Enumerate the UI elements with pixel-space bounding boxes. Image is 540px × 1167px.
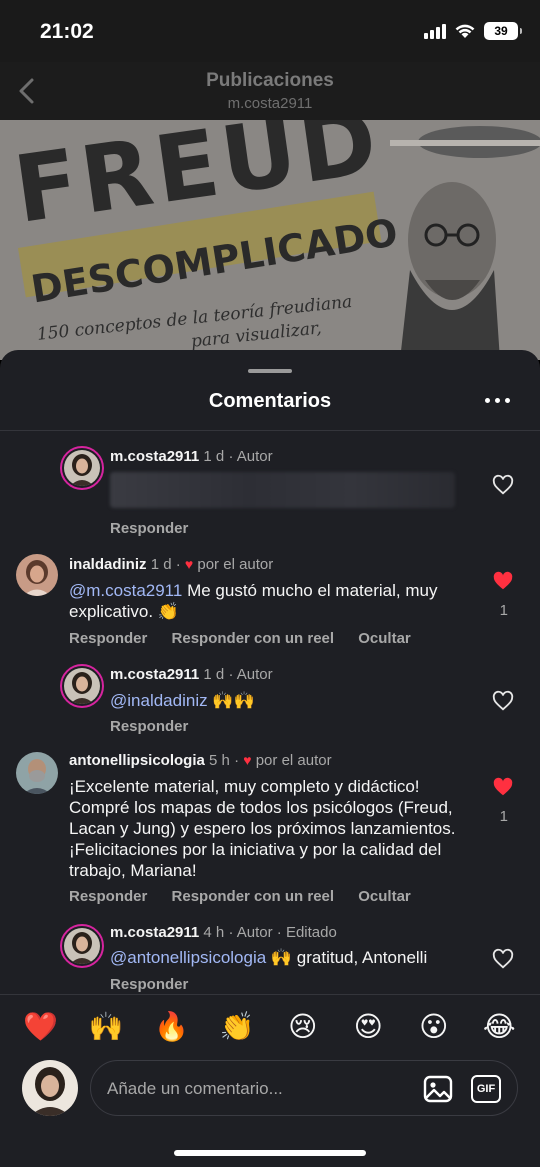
heart-filled-icon[interactable] bbox=[492, 776, 514, 798]
page-title: Publicaciones bbox=[206, 70, 334, 91]
liked-by-author-label: por el autor bbox=[197, 556, 274, 573]
comment-actions: Responder Responder con un reel Ocultar bbox=[69, 888, 431, 905]
comment-reply: m.costa2911 1 d · Autor Responder bbox=[0, 446, 540, 546]
mention-link[interactable]: @inaldadiniz bbox=[110, 691, 208, 710]
author-tag: · Autor bbox=[228, 666, 273, 683]
emoji-clap-button[interactable]: 👏 bbox=[214, 1010, 260, 1043]
reply-with-reel-button[interactable]: Responder con un reel bbox=[172, 630, 335, 647]
liked-by-author-icon: ♥ bbox=[184, 556, 194, 572]
more-options-icon[interactable] bbox=[485, 398, 510, 403]
comment: antonellipsicologia 5 h · ♥ por el autor… bbox=[0, 750, 540, 920]
heart-filled-icon[interactable] bbox=[492, 570, 514, 592]
comment-actions: Responder bbox=[110, 976, 208, 993]
comment-actions: Responder bbox=[110, 520, 208, 537]
emoji-surprised-button[interactable]: 😮 bbox=[411, 1010, 457, 1043]
comment-reply: m.costa2911 1 d · Autor @inaldadiniz 🙌🙌 … bbox=[0, 664, 540, 744]
author-tag: · Autor bbox=[228, 448, 273, 465]
author-tag: · Autor · Editado bbox=[228, 924, 337, 941]
post-image: FREUD DESCOMPLICADO 150 conceptos de la … bbox=[0, 120, 540, 360]
comment-reply: m.costa2911 4 h · Autor · Editado @anton… bbox=[0, 924, 540, 994]
comment-composer: Añade un comentario... GIF bbox=[0, 1058, 540, 1128]
like-count: 1 bbox=[499, 808, 508, 825]
image-icon[interactable] bbox=[423, 1075, 453, 1103]
avatar[interactable] bbox=[60, 664, 104, 708]
hide-button[interactable]: Ocultar bbox=[358, 630, 411, 647]
reply-with-reel-button[interactable]: Responder con un reel bbox=[172, 888, 335, 905]
wifi-icon bbox=[455, 24, 475, 38]
status-bar: 21:02 39 bbox=[0, 0, 540, 62]
emoji-quick-reactions: ❤️ 🙌 🔥 👏 😢 😍 😮 😂 bbox=[0, 994, 540, 1058]
heart-icon[interactable] bbox=[492, 474, 514, 496]
comment-actions: Responder bbox=[110, 718, 208, 735]
mention-link[interactable]: @antonellipsicologia bbox=[110, 948, 266, 967]
emoji-raised-hands-button[interactable]: 🙌 bbox=[83, 1010, 129, 1043]
comment-body: 🙌🙌 bbox=[207, 691, 255, 710]
like-count: 1 bbox=[499, 602, 508, 619]
emoji-heart-button[interactable]: ❤️ bbox=[18, 1010, 64, 1043]
comment-input-placeholder: Añade un comentario... bbox=[107, 1079, 283, 1098]
reply-button[interactable]: Responder bbox=[110, 718, 188, 735]
comment-meta: m.costa2911 1 d · Autor bbox=[110, 448, 273, 465]
reply-button[interactable]: Responder bbox=[69, 630, 147, 647]
emoji-fire-button[interactable]: 🔥 bbox=[149, 1010, 195, 1043]
reply-button[interactable]: Responder bbox=[110, 520, 188, 537]
home-indicator bbox=[174, 1150, 366, 1156]
avatar[interactable] bbox=[16, 554, 58, 596]
avatar[interactable] bbox=[16, 752, 58, 794]
divider bbox=[0, 430, 540, 431]
sheet-title: Comentarios bbox=[208, 390, 332, 412]
comment-time: 1 d bbox=[150, 556, 172, 573]
comment-time: 1 d bbox=[203, 666, 225, 683]
comment-text: @antonellipsicologia 🙌 gratitud, Antonel… bbox=[110, 947, 470, 968]
status-icons: 39 bbox=[424, 22, 522, 40]
comment-meta: m.costa2911 4 h · Autor · Editado bbox=[110, 924, 337, 941]
comment: inaldadiniz 1 d · ♥ por el autor @m.cost… bbox=[0, 554, 540, 654]
status-time: 21:02 bbox=[40, 20, 94, 43]
page-subtitle: m.costa2911 bbox=[227, 95, 313, 112]
blurred-comment-text bbox=[110, 472, 455, 508]
comment-text: @m.costa2911 Me gustó mucho el material,… bbox=[69, 580, 469, 622]
separator: · bbox=[234, 752, 240, 769]
emoji-heart-eyes-button[interactable]: 😍 bbox=[345, 1010, 391, 1043]
battery-icon: 39 bbox=[484, 22, 522, 40]
comment-username[interactable]: m.costa2911 bbox=[110, 666, 199, 683]
heart-icon[interactable] bbox=[492, 948, 514, 970]
heart-icon[interactable] bbox=[492, 690, 514, 712]
reply-button[interactable]: Responder bbox=[69, 888, 147, 905]
comment-time: 5 h bbox=[209, 752, 230, 769]
avatar[interactable] bbox=[60, 446, 104, 490]
comment-username[interactable]: inaldadiniz bbox=[69, 556, 147, 573]
comment-meta: antonellipsicologia 5 h · ♥ por el autor bbox=[69, 752, 332, 769]
comment-username[interactable]: antonellipsicologia bbox=[69, 752, 205, 769]
my-avatar bbox=[22, 1060, 78, 1116]
comment-time: 4 h bbox=[203, 924, 225, 941]
emoji-crying-button[interactable]: 😢 bbox=[280, 1010, 326, 1043]
comment-text: @inaldadiniz 🙌🙌 bbox=[110, 690, 470, 711]
comment-username[interactable]: m.costa2911 bbox=[110, 448, 199, 465]
liked-by-author-icon: ♥ bbox=[243, 752, 252, 768]
reply-button[interactable]: Responder bbox=[110, 976, 188, 993]
comment-username[interactable]: m.costa2911 bbox=[110, 924, 199, 941]
signal-icon bbox=[424, 23, 446, 39]
comment-actions: Responder Responder con un reel Ocultar bbox=[69, 630, 431, 647]
comment-text: ¡Excelente material, muy completo y didá… bbox=[69, 777, 456, 880]
mention-link[interactable]: @m.costa2911 bbox=[69, 581, 182, 600]
comment-meta: inaldadiniz 1 d · ♥ por el autor bbox=[69, 556, 273, 573]
comment-body: 🙌 gratitud, Antonelli bbox=[266, 948, 428, 967]
emoji-laughing-button[interactable]: 😂 bbox=[476, 1010, 522, 1043]
sheet-drag-handle[interactable] bbox=[248, 369, 292, 373]
avatar[interactable] bbox=[60, 924, 104, 968]
liked-by-author-label: por el autor bbox=[255, 752, 332, 769]
comment-input[interactable]: Añade un comentario... GIF bbox=[90, 1060, 518, 1116]
hide-button[interactable]: Ocultar bbox=[358, 888, 411, 905]
separator: · bbox=[175, 556, 181, 573]
top-header: Publicaciones m.costa2911 bbox=[0, 62, 540, 120]
comment-meta: m.costa2911 1 d · Autor bbox=[110, 666, 273, 683]
gif-icon[interactable]: GIF bbox=[471, 1075, 501, 1103]
comment-time: 1 d bbox=[203, 448, 225, 465]
